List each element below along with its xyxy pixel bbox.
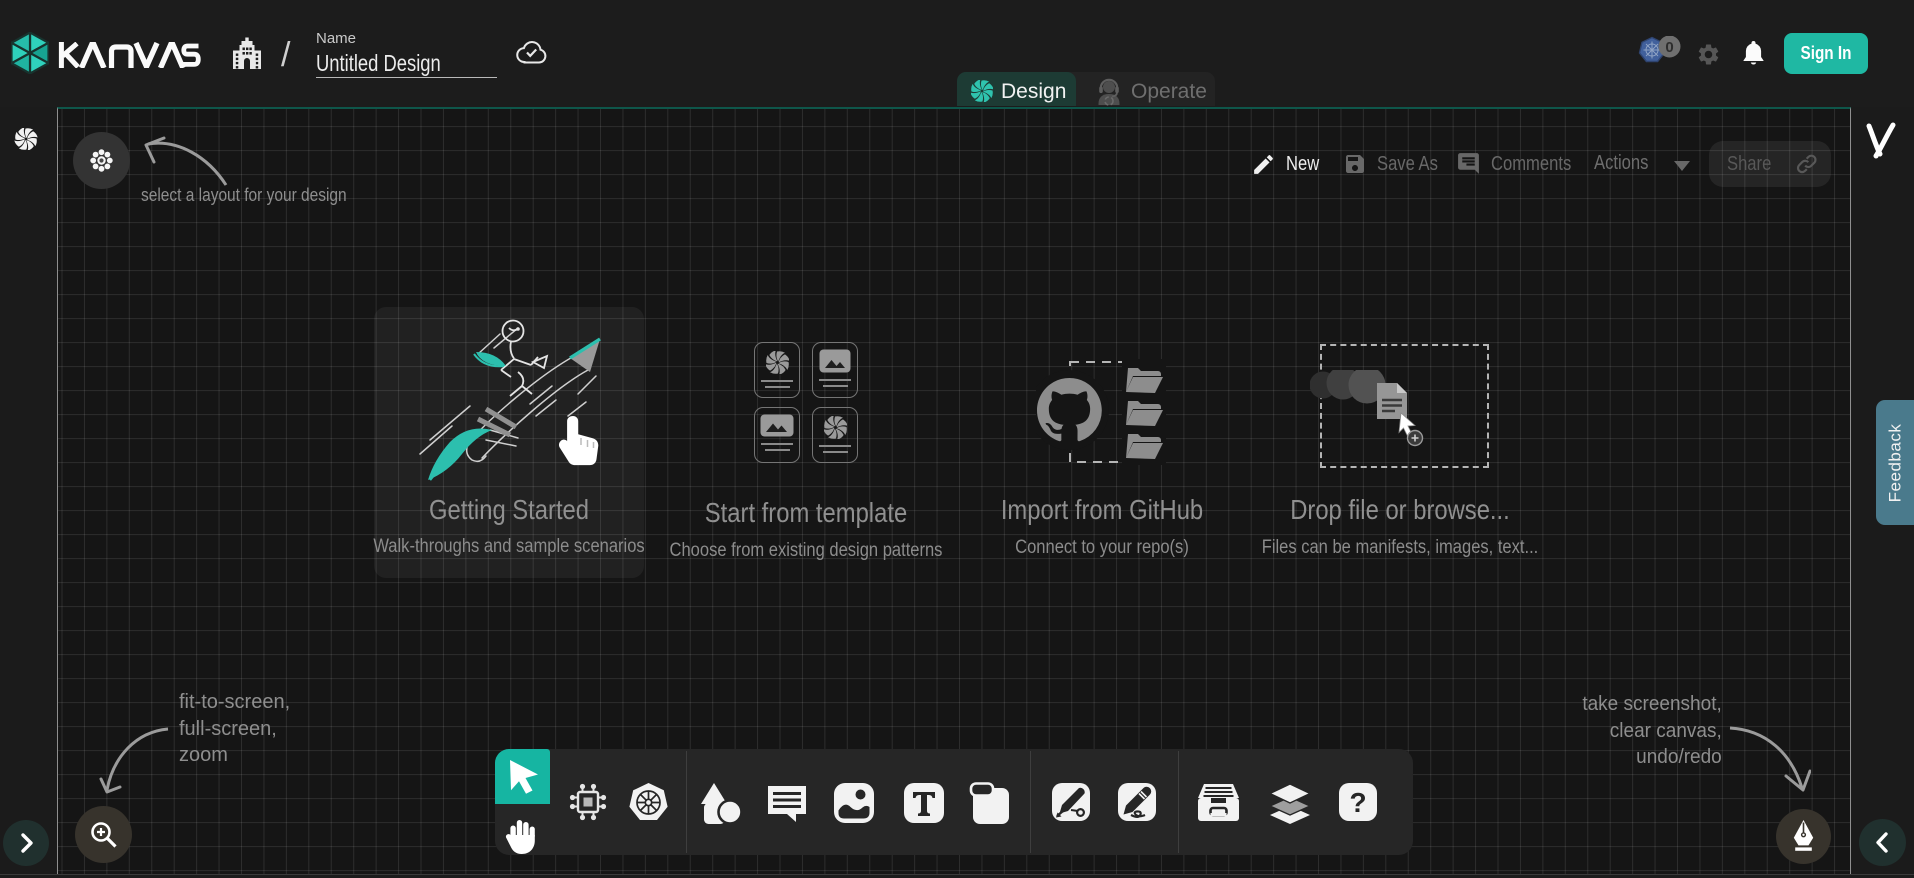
svg-text:0: 0 bbox=[1665, 39, 1673, 56]
svg-text:?: ? bbox=[1349, 787, 1366, 818]
